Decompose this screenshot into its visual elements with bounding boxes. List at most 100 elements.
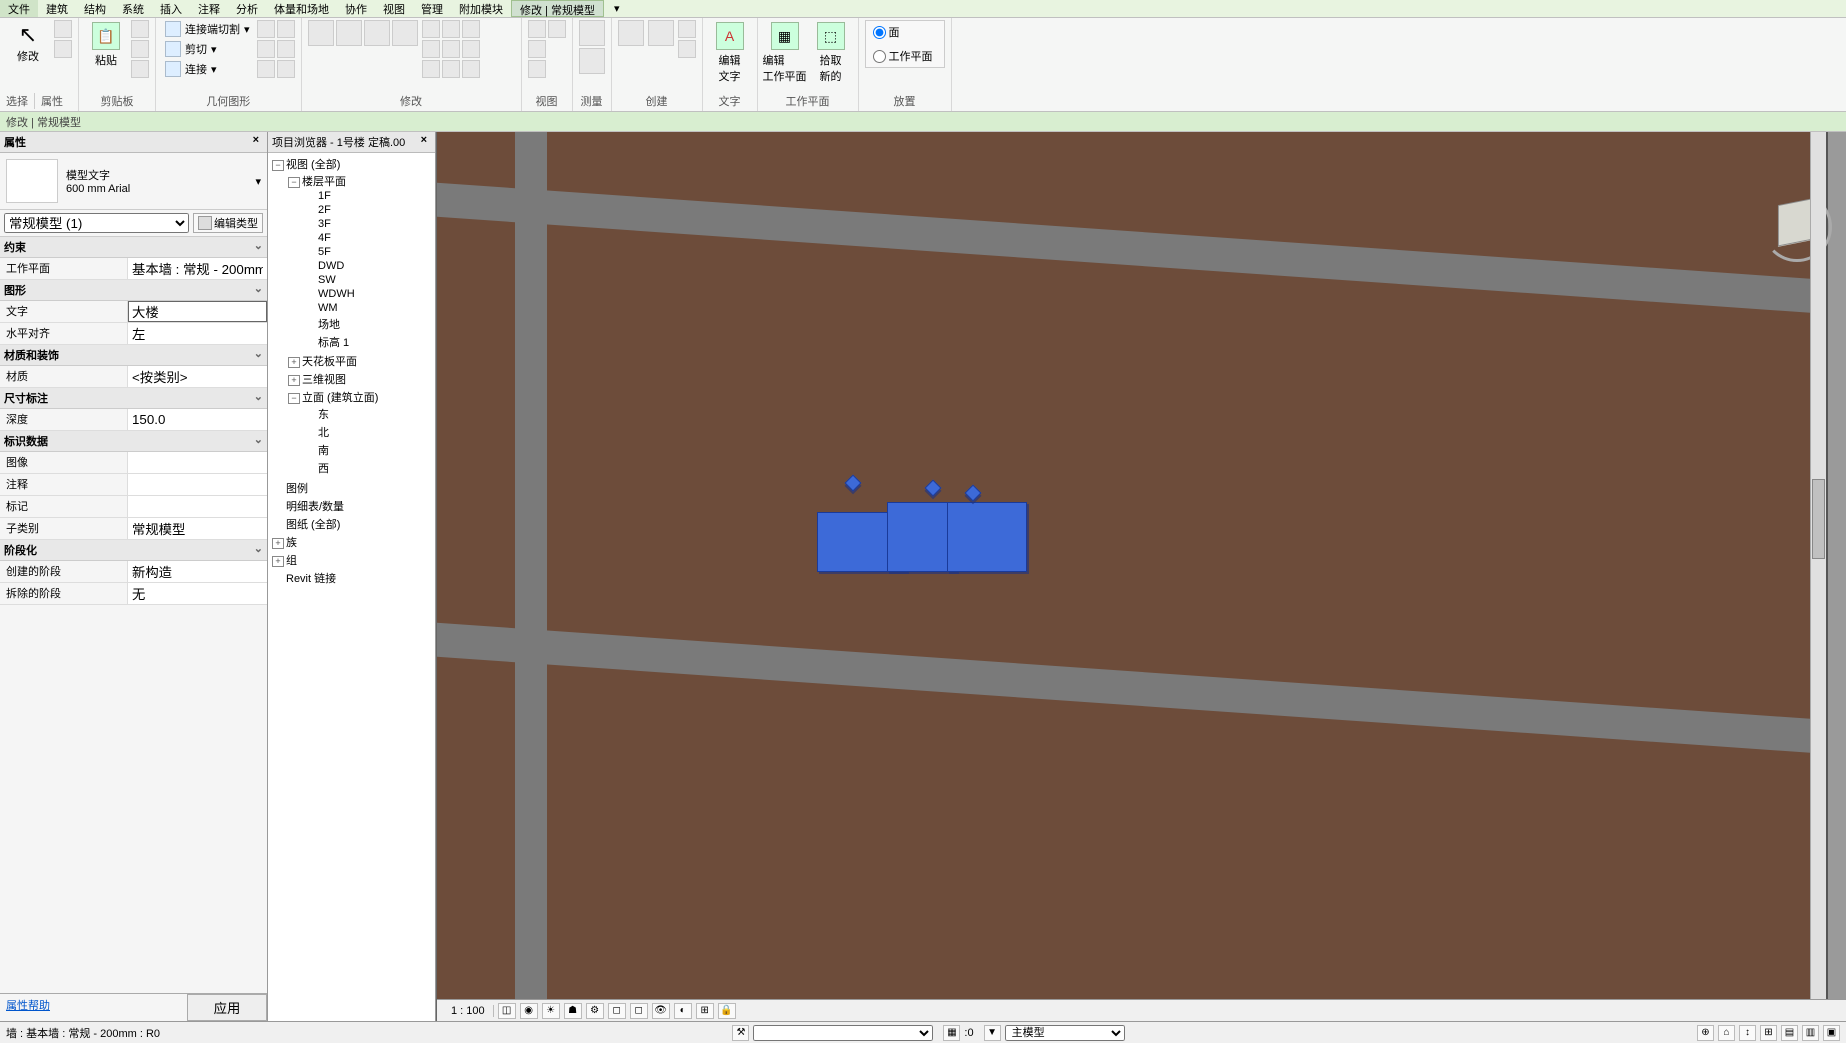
prop-demolished-value[interactable] bbox=[128, 583, 267, 604]
geom-btn6[interactable] bbox=[277, 60, 295, 78]
match-button[interactable] bbox=[131, 60, 149, 78]
group-graphic[interactable]: 图形 bbox=[4, 282, 26, 298]
copy-button[interactable] bbox=[442, 20, 460, 38]
prop-mark-value[interactable] bbox=[128, 496, 267, 517]
type-dropdown-icon[interactable]: ▾ bbox=[255, 175, 261, 188]
type-selector[interactable]: 模型文字 600 mm Arial ▾ bbox=[0, 153, 267, 210]
geom-btn2[interactable] bbox=[277, 20, 295, 38]
prop-toggle-button[interactable] bbox=[54, 40, 72, 58]
tree-toggle-elev[interactable]: − bbox=[288, 393, 300, 404]
prop-workplane-value[interactable] bbox=[128, 258, 267, 279]
tree-toggle-root[interactable]: − bbox=[272, 160, 284, 171]
move-button[interactable] bbox=[422, 20, 440, 38]
group-dim[interactable]: 尺寸标注 bbox=[4, 390, 48, 406]
vc-unhide-button[interactable]: 👁 bbox=[652, 1003, 670, 1019]
group-id[interactable]: 标识数据 bbox=[4, 433, 48, 449]
tree-floor-WDWH[interactable]: WDWH bbox=[318, 288, 355, 300]
create-similar-button[interactable] bbox=[618, 20, 644, 46]
tree-toggle-floor[interactable]: − bbox=[288, 177, 300, 188]
tree-floor-plans[interactable]: 楼层平面 bbox=[302, 176, 346, 188]
prop-halign-value[interactable] bbox=[128, 323, 267, 344]
view-btn4[interactable] bbox=[528, 60, 546, 78]
tree-elev-北[interactable]: 北 bbox=[318, 427, 329, 439]
array-button[interactable] bbox=[462, 40, 480, 58]
view-scale[interactable]: 1 : 100 bbox=[443, 1005, 494, 1017]
cut-geom-button[interactable]: 剪切 ▾ bbox=[162, 40, 253, 58]
edit-text-button[interactable]: A编辑 文字 bbox=[709, 20, 751, 86]
tree-toggle-3d[interactable]: + bbox=[288, 375, 300, 386]
create-group-button[interactable] bbox=[648, 20, 674, 46]
vc-sun-button[interactable]: ☀ bbox=[542, 1003, 560, 1019]
tree-views-all[interactable]: 视图 (全部) bbox=[286, 159, 340, 171]
tree-3d[interactable]: 三维视图 bbox=[302, 374, 346, 386]
menu-annotate[interactable]: 注释 bbox=[190, 0, 228, 17]
sb-btn5[interactable]: ▤ bbox=[1781, 1025, 1798, 1041]
pin-button[interactable] bbox=[442, 60, 460, 78]
place-face-radio[interactable]: 面 bbox=[866, 21, 944, 43]
select-panel-label[interactable]: 选择 bbox=[6, 93, 28, 109]
vc-crop-button[interactable]: ◻ bbox=[608, 1003, 626, 1019]
menu-manage[interactable]: 管理 bbox=[413, 0, 451, 17]
tree-elev-南[interactable]: 南 bbox=[318, 445, 329, 457]
view-btn3[interactable] bbox=[528, 40, 546, 58]
sb-select-count-icon[interactable]: ▦ bbox=[943, 1025, 960, 1041]
sb-worksets-button[interactable]: ⚒ bbox=[732, 1025, 749, 1041]
tree-toggle-families[interactable]: + bbox=[272, 538, 284, 549]
vc-analytical-button[interactable]: ⊞ bbox=[696, 1003, 714, 1019]
model-text-selected[interactable] bbox=[817, 492, 1037, 592]
menu-addins[interactable]: 附加模块 bbox=[451, 0, 511, 17]
prop-comment-value[interactable] bbox=[128, 474, 267, 495]
instance-selector[interactable]: 常规模型 (1) bbox=[4, 213, 189, 233]
viewport-3d[interactable]: 1 : 100 ◫ ◉ ☀ ☗ ⚙ ◻ ◻ 👁 ◐ ⊞ 🔒 bbox=[436, 132, 1846, 1021]
prop-image-value[interactable] bbox=[128, 452, 267, 473]
tree-floor-5F[interactable]: 5F bbox=[318, 246, 331, 258]
vc-temp-button[interactable]: ◐ bbox=[674, 1003, 692, 1019]
tree-families[interactable]: 族 bbox=[286, 537, 297, 549]
sb-btn6[interactable]: ▥ bbox=[1802, 1025, 1819, 1041]
tree-elevations[interactable]: 立面 (建筑立面) bbox=[302, 392, 378, 404]
prop-depth-value[interactable] bbox=[128, 409, 267, 430]
sb-filter-icon[interactable]: ▼ bbox=[984, 1025, 1001, 1041]
tree-floor-标高 1[interactable]: 标高 1 bbox=[318, 337, 349, 349]
tree-floor-2F[interactable]: 2F bbox=[318, 204, 331, 216]
vc-shadow-button[interactable]: ☗ bbox=[564, 1003, 582, 1019]
apply-button[interactable]: 应用 bbox=[187, 994, 267, 1021]
tree-floor-WM[interactable]: WM bbox=[318, 302, 338, 314]
menu-mass[interactable]: 体量和场地 bbox=[266, 0, 337, 17]
tree-floor-4F[interactable]: 4F bbox=[318, 232, 331, 244]
sb-filter-select[interactable]: 主模型 bbox=[1005, 1025, 1125, 1041]
prop-text-value[interactable] bbox=[128, 301, 267, 322]
rotate-button[interactable] bbox=[462, 20, 480, 38]
menu-insert[interactable]: 插入 bbox=[152, 0, 190, 17]
prop-created-value[interactable] bbox=[128, 561, 267, 582]
edit-type-button[interactable]: 编辑类型 bbox=[193, 213, 263, 233]
tree-links[interactable]: Revit 链接 bbox=[286, 573, 336, 585]
tree-toggle-groups[interactable]: + bbox=[272, 556, 284, 567]
menu-struct[interactable]: 结构 bbox=[76, 0, 114, 17]
join-geom-button[interactable]: 连接 ▾ bbox=[162, 60, 253, 78]
tree-groups[interactable]: 组 bbox=[286, 555, 297, 567]
mirror-axis-button[interactable] bbox=[364, 20, 390, 46]
tree-toggle-ceiling[interactable]: + bbox=[288, 357, 300, 368]
qat-dropdown[interactable]: ▾ bbox=[614, 0, 620, 17]
mirror-draw-button[interactable] bbox=[392, 20, 418, 46]
geom-btn4[interactable] bbox=[277, 40, 295, 58]
cut-clipboard-button[interactable] bbox=[131, 20, 149, 38]
edit-workplane-button[interactable]: ▦编辑 工作平面 bbox=[764, 20, 806, 86]
prop-material-value[interactable] bbox=[128, 366, 267, 387]
vc-render-button[interactable]: ⚙ bbox=[586, 1003, 604, 1019]
cope-button[interactable]: 连接端切割 ▾ bbox=[162, 20, 253, 38]
sb-btn4[interactable]: ⊞ bbox=[1760, 1025, 1777, 1041]
dimension-button[interactable] bbox=[579, 20, 605, 46]
group-phase[interactable]: 阶段化 bbox=[4, 542, 37, 558]
create-btn4[interactable] bbox=[678, 40, 696, 58]
tree-legend[interactable]: 图例 bbox=[286, 483, 308, 495]
pick-new-button[interactable]: ⬚拾取 新的 bbox=[810, 20, 852, 86]
menu-collab[interactable]: 协作 bbox=[337, 0, 375, 17]
tree-floor-SW[interactable]: SW bbox=[318, 274, 336, 286]
vc-crop-show-button[interactable]: ◻ bbox=[630, 1003, 648, 1019]
tree-sheets[interactable]: 图纸 (全部) bbox=[286, 519, 340, 531]
browser-close-button[interactable]: × bbox=[417, 134, 431, 150]
view-btn2[interactable] bbox=[548, 20, 566, 38]
tree-elev-西[interactable]: 西 bbox=[318, 463, 329, 475]
